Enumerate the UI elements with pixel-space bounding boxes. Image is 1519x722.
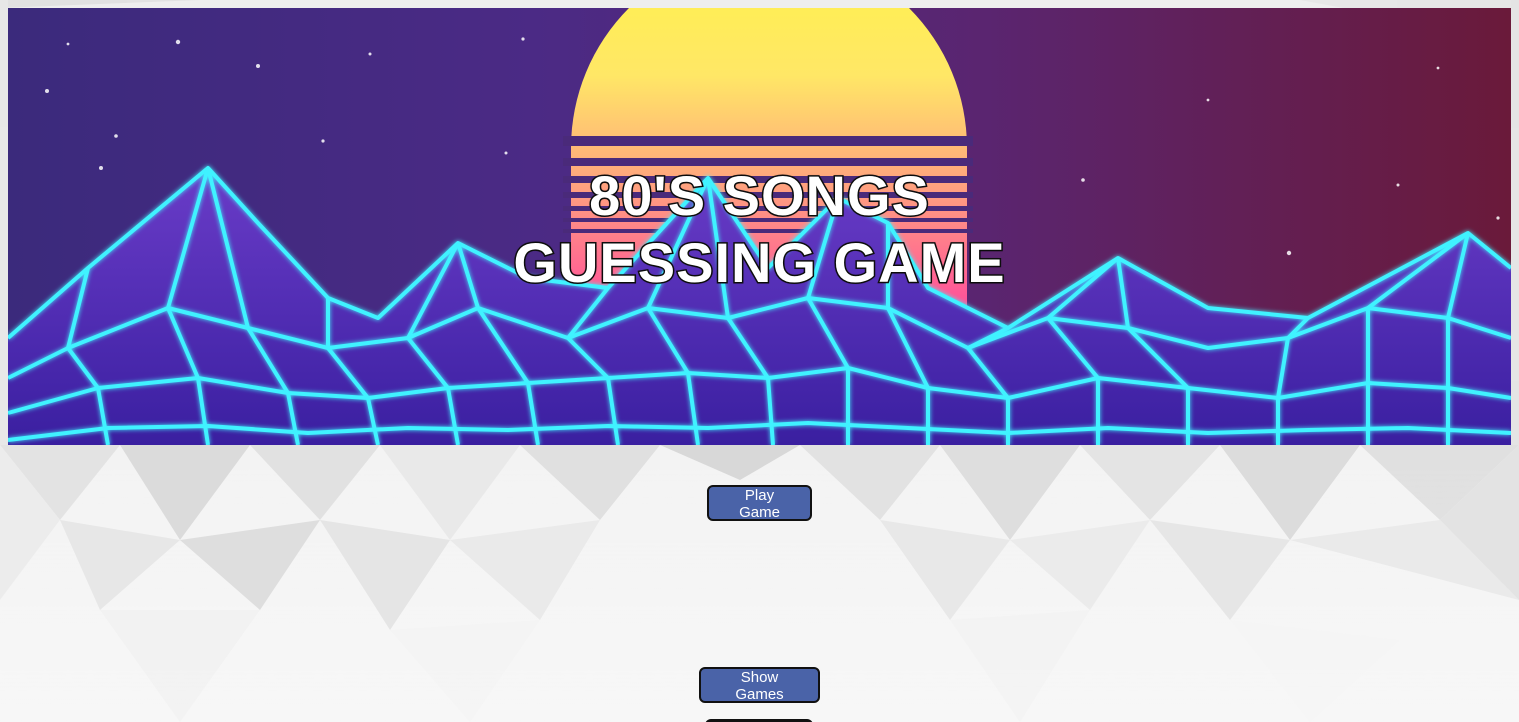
show-games-button[interactable]: Show Games xyxy=(699,667,820,703)
hero-banner: 80'S SONGS GUESSING GAME xyxy=(8,8,1511,445)
banner-title-line2: GUESSING GAME xyxy=(512,231,1006,294)
banner-title-line1: 80'S SONGS xyxy=(588,164,931,227)
play-game-button[interactable]: Play Game xyxy=(707,485,812,521)
